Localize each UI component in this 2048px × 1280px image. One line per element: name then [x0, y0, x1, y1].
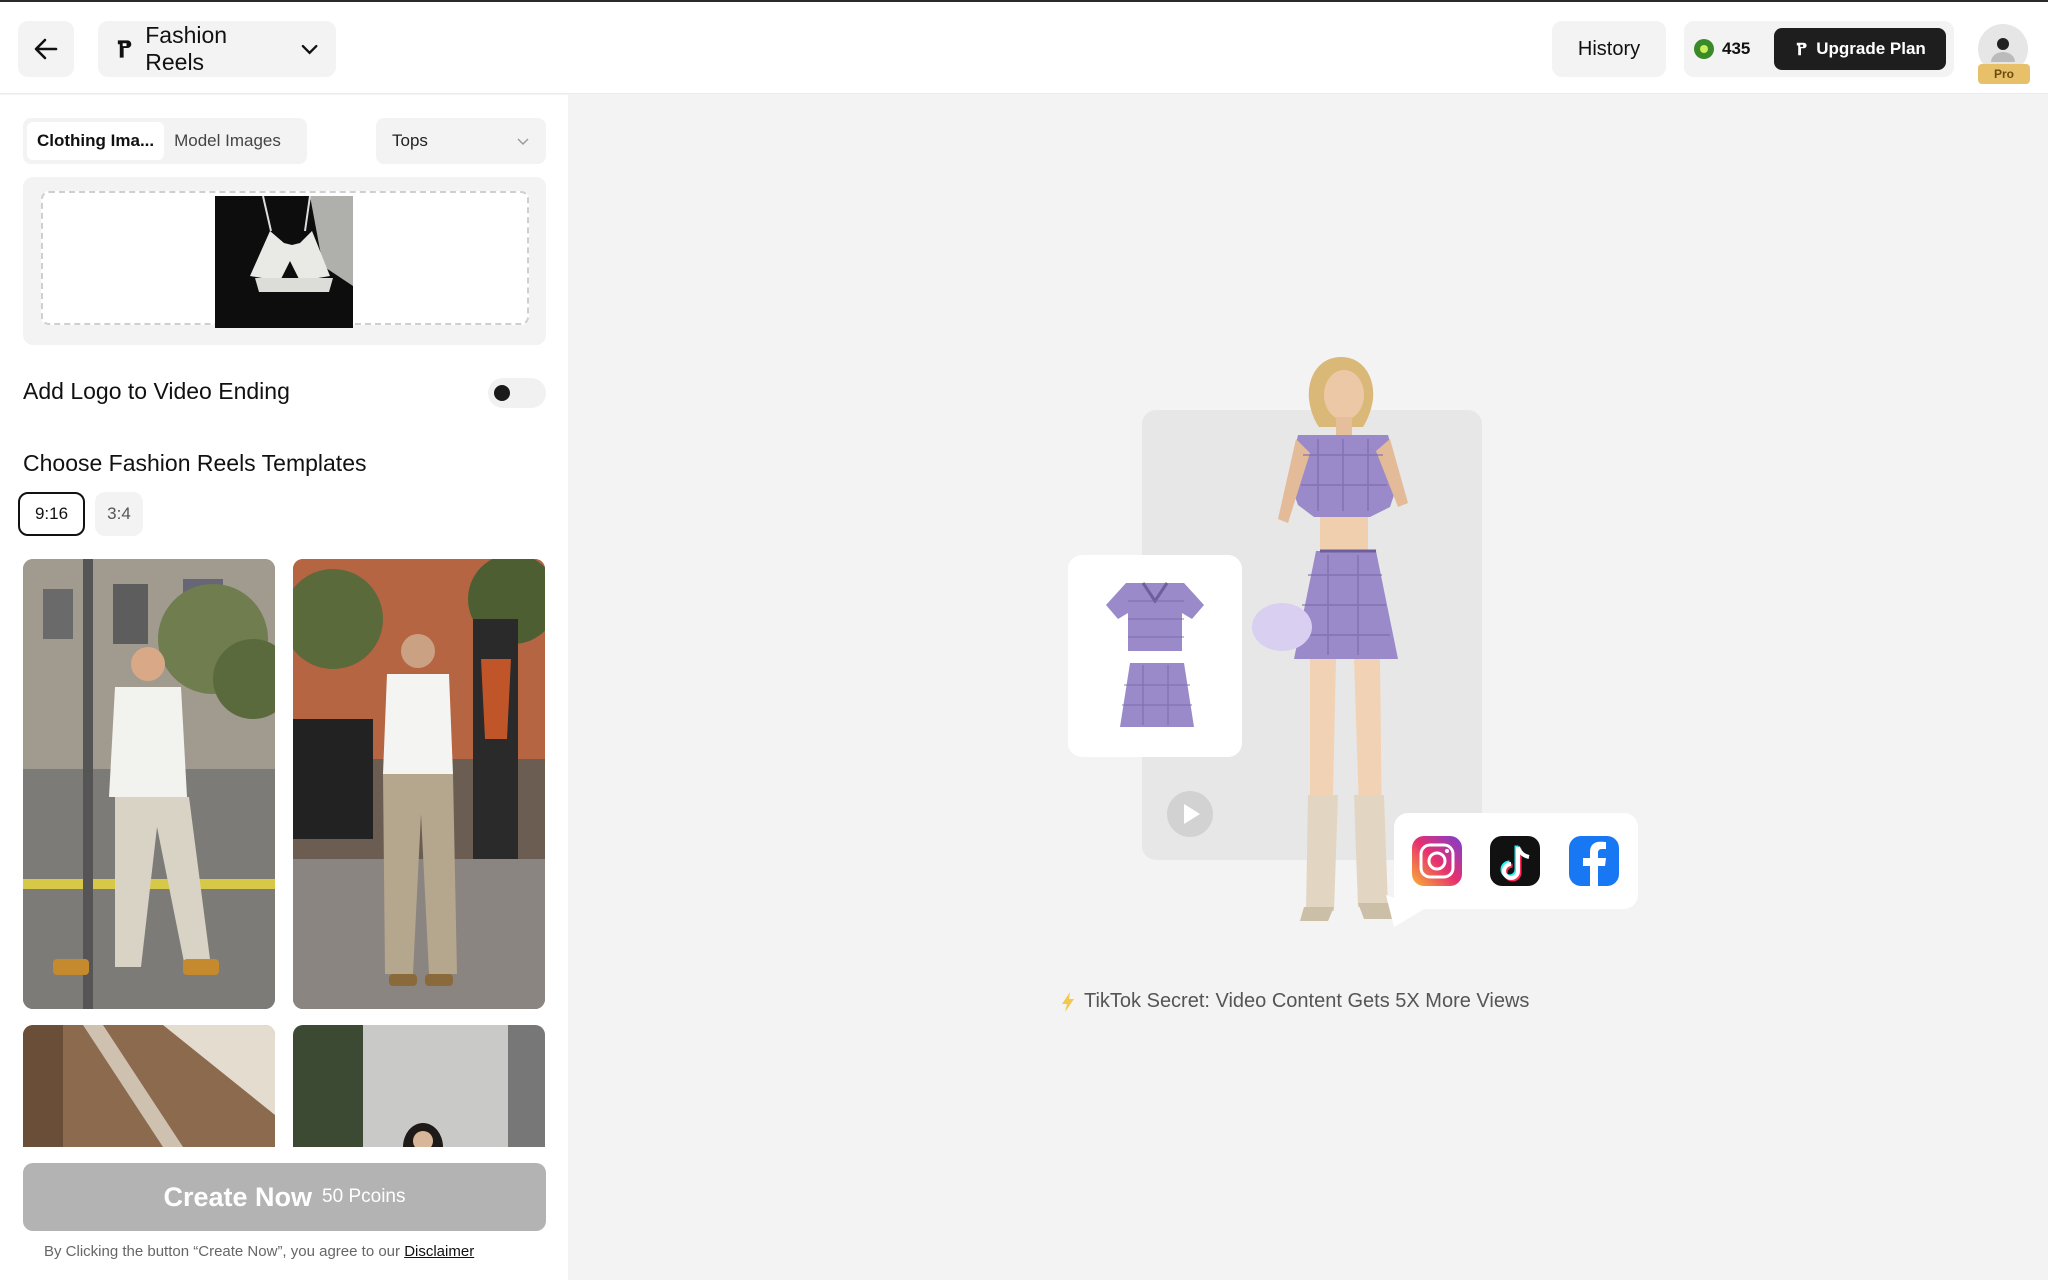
facebook-icon — [1569, 836, 1619, 886]
templates-heading: Choose Fashion Reels Templates — [23, 450, 367, 476]
disclaimer-sentence: By Clicking the button “Create Now”, you… — [44, 1243, 401, 1260]
arrow-left-icon — [34, 38, 58, 60]
category-select[interactable]: Tops — [376, 118, 546, 164]
create-now-label: Create Now — [163, 1181, 313, 1212]
category-select-value: Tops — [392, 131, 428, 150]
chevron-down-icon — [517, 138, 529, 145]
brand-logo-icon — [1797, 42, 1807, 56]
app-switcher-dropdown[interactable]: Fashion Reels — [98, 21, 336, 77]
template-card[interactable] — [293, 559, 545, 1009]
template-card[interactable] — [293, 1025, 545, 1147]
credits-count: 435 — [1722, 39, 1751, 58]
chevron-down-icon — [301, 44, 318, 55]
pro-badge: Pro — [1978, 64, 2030, 84]
add-logo-label: Add Logo to Video Ending — [23, 378, 290, 404]
create-cost: 50 Pcoins — [322, 1186, 406, 1207]
coin-icon — [1694, 39, 1714, 59]
clothing-card — [1068, 555, 1242, 757]
tip-text: TikTok Secret: Video Content Gets 5X Mor… — [1084, 990, 1530, 1012]
preview-area: TikTok Secret: Video Content Gets 5X Mor… — [568, 95, 2048, 1280]
top-bar: Fashion Reels History 435 Upgrade Plan P… — [0, 0, 2048, 94]
credits-area: 435 Upgrade Plan — [1684, 21, 1954, 77]
user-icon — [1991, 38, 2015, 62]
ratio-9-16-button[interactable]: 9:16 — [18, 492, 85, 536]
settings-panel: Clothing Ima... Model Images Tops Add Lo… — [0, 95, 568, 1280]
image-type-tabs: Clothing Ima... Model Images — [23, 118, 307, 164]
app-title: Fashion Reels — [145, 22, 228, 75]
fashion-reel-illustration — [1068, 357, 1638, 927]
history-button[interactable]: History — [1552, 21, 1666, 77]
tip-banner: TikTok Secret: Video Content Gets 5X Mor… — [1060, 990, 1529, 1013]
disclaimer-text: By Clicking the button “Create Now”, you… — [44, 1243, 474, 1260]
tab-clothing-images[interactable]: Clothing Ima... — [27, 122, 165, 160]
create-now-button[interactable]: Create Now 50 Pcoins — [23, 1163, 546, 1231]
template-card[interactable] — [23, 1025, 275, 1147]
upgrade-plan-button[interactable]: Upgrade Plan — [1774, 28, 1946, 70]
ratio-3-4-button[interactable]: 3:4 — [95, 492, 143, 536]
tab-model-images[interactable]: Model Images — [164, 122, 291, 160]
add-logo-toggle[interactable] — [488, 378, 546, 408]
clothing-image-thumbnail[interactable] — [215, 196, 353, 328]
template-card[interactable] — [23, 559, 275, 1009]
tiktok-icon — [1490, 836, 1540, 886]
play-icon — [1167, 791, 1213, 837]
disclaimer-link[interactable]: Disclaimer — [404, 1243, 474, 1260]
credits-balance[interactable]: 435 — [1694, 21, 1750, 77]
lightning-icon — [1062, 991, 1074, 1012]
back-button[interactable] — [18, 21, 74, 77]
upgrade-plan-label: Upgrade Plan — [1816, 39, 1926, 58]
instagram-icon — [1412, 836, 1462, 886]
brand-logo-icon — [117, 40, 132, 58]
user-avatar[interactable]: Pro — [1978, 24, 2030, 84]
